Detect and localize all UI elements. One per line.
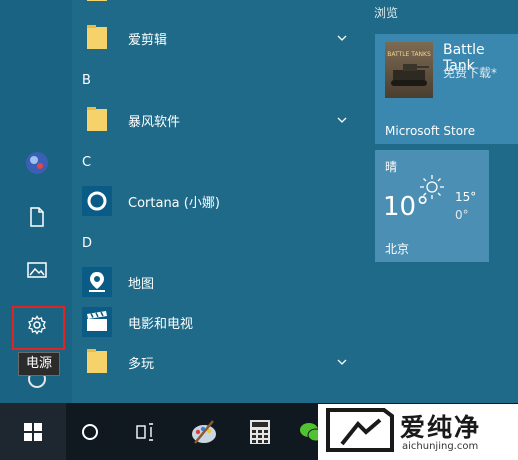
paint-icon	[192, 420, 216, 444]
app-list: 爱剪辑 B 暴风软件 C Cortana (小娜) D 地图 电影和电视 多玩	[72, 0, 360, 403]
tile-group-label: 浏览	[374, 6, 399, 20]
weather-temp: 10°	[383, 192, 430, 222]
watermark-monitor-icon	[326, 408, 394, 452]
watermark-title: 爱纯净	[400, 413, 482, 442]
list-item-partial[interactable]	[72, 0, 360, 10]
battle-tank-thumbnail: BATTLE TANKS	[385, 42, 433, 98]
folder-icon	[82, 0, 112, 5]
cortana-circle-icon	[82, 424, 98, 440]
store-tile[interactable]: BATTLE TANKS Battle Tank 免费下载* Microsoft…	[375, 34, 518, 144]
folder-icon	[82, 105, 112, 135]
thumbnail-title-text: BATTLE TANKS	[387, 51, 431, 58]
app-label: 电影和电视	[128, 316, 194, 332]
app-item-cortana[interactable]: Cortana (小娜)	[72, 181, 360, 221]
calculator-icon	[250, 420, 270, 444]
app-item-maps[interactable]: 地图	[72, 262, 360, 302]
folder-icon	[82, 23, 112, 53]
start-button[interactable]	[0, 403, 66, 460]
documents-button[interactable]	[14, 199, 60, 235]
group-header-b[interactable]: B	[82, 73, 91, 88]
app-label: 暴风软件	[128, 114, 181, 130]
store-tile-footer: Microsoft Store	[385, 124, 476, 138]
group-header-d[interactable]: D	[82, 236, 92, 251]
start-menu: 电源 爱剪辑 B 暴风软件 C Cortana (小娜) D 地图 电影和电视 …	[0, 0, 518, 403]
document-icon	[30, 207, 44, 227]
map-pin-icon	[82, 267, 112, 297]
watermark-logo: 爱纯净 aichunjing.com	[318, 404, 518, 460]
group-header-c[interactable]: C	[82, 155, 91, 170]
picture-icon	[27, 262, 47, 278]
app-item-baofeng[interactable]: 暴风软件	[72, 100, 360, 140]
task-view-icon	[136, 423, 153, 441]
weather-tile[interactable]: 晴 10° 15° 0° 北京	[375, 150, 489, 262]
store-app-subtitle: 免费下载*	[443, 66, 498, 80]
paint-taskbar-button[interactable]	[184, 413, 224, 451]
app-label: 地图	[128, 276, 155, 292]
app-item-aijianji[interactable]: 爱剪辑	[72, 18, 360, 58]
chevron-down-icon[interactable]	[336, 356, 348, 368]
tiles-area: 浏览 BATTLE TANKS Battle Tank 免费下载* Micros…	[360, 0, 518, 403]
avatar-icon	[26, 152, 48, 174]
app-item-duowan[interactable]: 多玩	[72, 342, 360, 382]
app-label: 爱剪辑	[128, 32, 168, 48]
chevron-down-icon[interactable]	[336, 32, 348, 44]
power-tooltip: 电源	[18, 352, 61, 376]
chevron-down-icon[interactable]	[336, 114, 348, 126]
weather-high: 15°	[455, 190, 477, 204]
cortana-icon	[82, 186, 112, 216]
task-view-button[interactable]	[126, 413, 166, 451]
weather-condition: 晴	[385, 160, 398, 174]
folder-icon	[82, 347, 112, 377]
start-rail: 电源	[0, 0, 72, 403]
pictures-button[interactable]	[14, 252, 60, 288]
cortana-taskbar-button[interactable]	[70, 413, 110, 451]
settings-highlight-box	[12, 306, 65, 350]
app-label: 多玩	[128, 356, 155, 372]
watermark-url: aichunjing.com	[402, 441, 479, 452]
windows-start-icon	[24, 422, 42, 441]
weather-city: 北京	[385, 242, 410, 256]
user-avatar[interactable]	[14, 145, 60, 181]
weather-low: 0°	[455, 208, 469, 222]
app-item-movies[interactable]: 电影和电视	[72, 302, 360, 342]
calculator-taskbar-button[interactable]	[240, 413, 280, 451]
app-label: Cortana (小娜)	[128, 195, 220, 211]
clapperboard-icon	[82, 307, 112, 337]
